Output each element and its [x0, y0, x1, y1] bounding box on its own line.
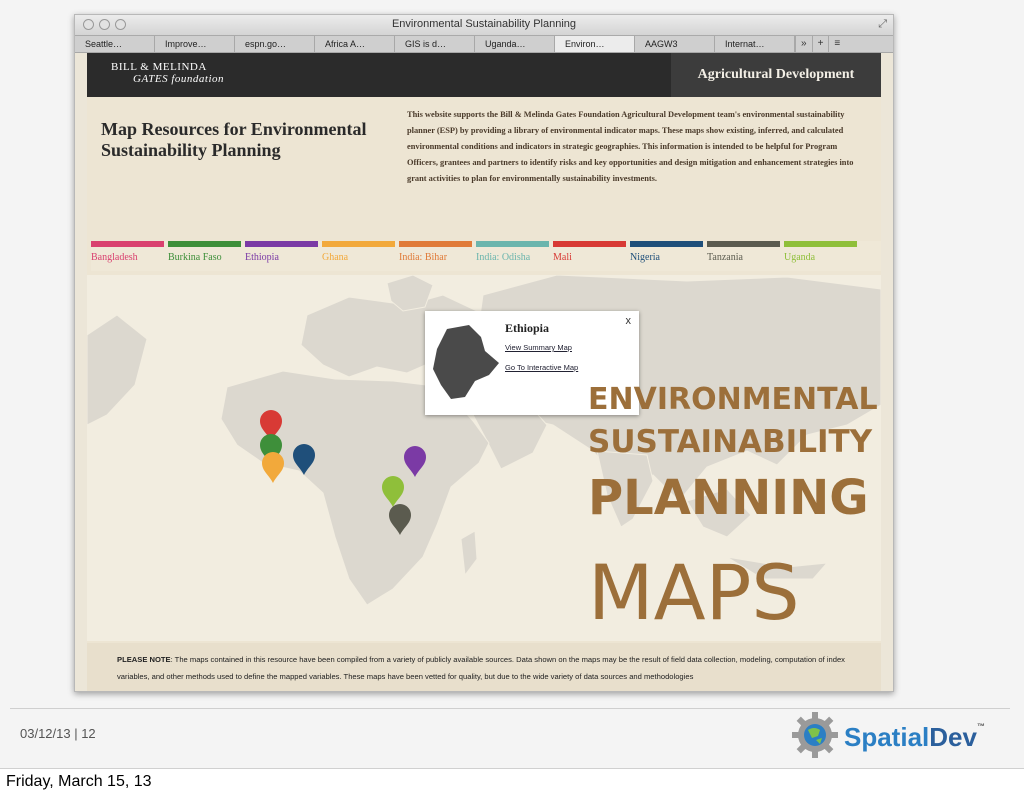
slide: Environmental Sustainability Planning ⤢ …	[0, 0, 1024, 768]
country-color-bar	[91, 241, 164, 247]
country-uganda[interactable]: Uganda	[784, 241, 857, 271]
notice-text: : The maps contained in this resource ha…	[117, 655, 845, 681]
foundation-logo[interactable]: BILL & MELINDA GATES foundation	[111, 61, 224, 85]
window-title: Environmental Sustainability Planning	[391, 18, 577, 30]
page-title: Map Resources for Environmental Sustaina…	[101, 119, 367, 160]
site-header: BILL & MELINDA GATES foundation Agricult…	[87, 53, 881, 97]
country-label: Uganda	[784, 252, 816, 263]
view-summary-map-link[interactable]: View Summary Map	[505, 343, 572, 352]
overlay-line-4: MAPS	[588, 548, 800, 637]
slide-footer: 03/12/13 | 12	[20, 726, 96, 741]
country-mali[interactable]: Mali	[553, 241, 626, 271]
country-color-bar	[245, 241, 318, 247]
spatialdev-logo: SpatialDev™	[792, 712, 985, 763]
slide-date-caption: Friday, March 15, 13	[6, 773, 152, 790]
notice-bar: PLEASE NOTE: The maps contained in this …	[87, 643, 881, 691]
tab-internat[interactable]: Internat…	[715, 36, 795, 52]
country-color-bar	[168, 241, 241, 247]
map-marker-ghana[interactable]	[262, 452, 284, 483]
country-color-bar	[630, 241, 703, 247]
country-india-odisha[interactable]: India: Odisha	[476, 241, 549, 271]
interactive-map-link[interactable]: Go To Interactive Map	[505, 363, 578, 372]
country-label: Burkina Faso	[168, 252, 222, 263]
new-tab-button[interactable]: +	[811, 36, 829, 52]
notice-label: PLEASE NOTE	[117, 655, 171, 664]
gear-globe-icon	[792, 712, 838, 758]
country-label: Mali	[553, 252, 572, 263]
country-nigeria[interactable]: Nigeria	[630, 241, 703, 271]
country-list: Bangladesh Burkina Faso Ethiopia Ghana India…	[91, 241, 881, 271]
country-tanzania[interactable]: Tanzania	[707, 241, 780, 271]
logo-line-1: BILL & MELINDA	[111, 61, 207, 73]
title-bar: Environmental Sustainability Planning ⤢	[75, 15, 893, 36]
footer-divider	[10, 708, 1010, 709]
tab-espn[interactable]: espn.go…	[235, 36, 315, 52]
tab-africa[interactable]: Africa A…	[315, 36, 395, 52]
country-bangladesh[interactable]: Bangladesh	[91, 241, 164, 271]
madagascar-landmass	[460, 530, 478, 577]
tab-gis[interactable]: GIS is d…	[395, 36, 475, 52]
popup-title: Ethiopia	[505, 321, 550, 335]
americas-landmass	[86, 314, 148, 426]
tab-seattle[interactable]: Seattle…	[75, 36, 155, 52]
country-ghana[interactable]: Ghana	[322, 241, 395, 271]
country-color-bar	[707, 241, 780, 247]
country-label: Tanzania	[707, 252, 743, 263]
brand-trademark: ™	[976, 722, 985, 731]
tab-environ[interactable]: Environ…	[555, 36, 635, 52]
popup-close-button[interactable]: x	[626, 315, 632, 327]
section-title[interactable]: Agricultural Development	[671, 53, 881, 97]
brand-name: SpatialDev™	[844, 722, 985, 753]
overlay-line-3: PLANNING	[588, 470, 869, 526]
country-ethiopia[interactable]: Ethiopia	[245, 241, 318, 271]
country-india-bihar[interactable]: India: Bihar	[399, 241, 472, 271]
overlay-line-1: ENVIRONMENTAL	[588, 382, 878, 417]
tab-uganda[interactable]: Uganda…	[475, 36, 555, 52]
fullscreen-icon[interactable]: ⤢	[878, 18, 887, 31]
country-color-bar	[784, 241, 857, 247]
country-label: India: Odisha	[476, 252, 531, 263]
country-label: India: Bihar	[399, 252, 448, 263]
brand-spatial: Spatial	[844, 722, 930, 752]
tab-improve[interactable]: Improve…	[155, 36, 235, 52]
country-burkina-faso[interactable]: Burkina Faso	[168, 241, 241, 271]
overlay-line-2: SUSTAINABILITY	[588, 424, 873, 460]
country-label: Ghana	[322, 252, 349, 263]
brand-dev: Dev	[929, 722, 977, 752]
ethiopia-silhouette	[433, 325, 499, 399]
intro-text: This website supports the Bill & Melinda…	[407, 110, 854, 183]
logo-line-2: GATES foundation	[133, 73, 225, 85]
caption-bar: Friday, March 15, 13	[0, 768, 1024, 797]
country-color-bar	[322, 241, 395, 247]
more-tabs-button[interactable]: »	[795, 36, 812, 52]
tab-menu-button[interactable]: ≡	[828, 36, 845, 52]
country-color-bar	[476, 241, 549, 247]
country-label: Bangladesh	[91, 252, 138, 263]
tab-bar: Seattle… Improve… espn.go… Africa A… GIS…	[75, 36, 893, 53]
tab-aagw3[interactable]: AAGW3	[635, 36, 715, 52]
country-color-bar	[399, 241, 472, 247]
notice-paragraph: PLEASE NOTE: The maps contained in this …	[117, 651, 857, 685]
country-label: Ethiopia	[245, 252, 279, 263]
country-color-bar	[553, 241, 626, 247]
country-label: Nigeria	[630, 252, 660, 263]
